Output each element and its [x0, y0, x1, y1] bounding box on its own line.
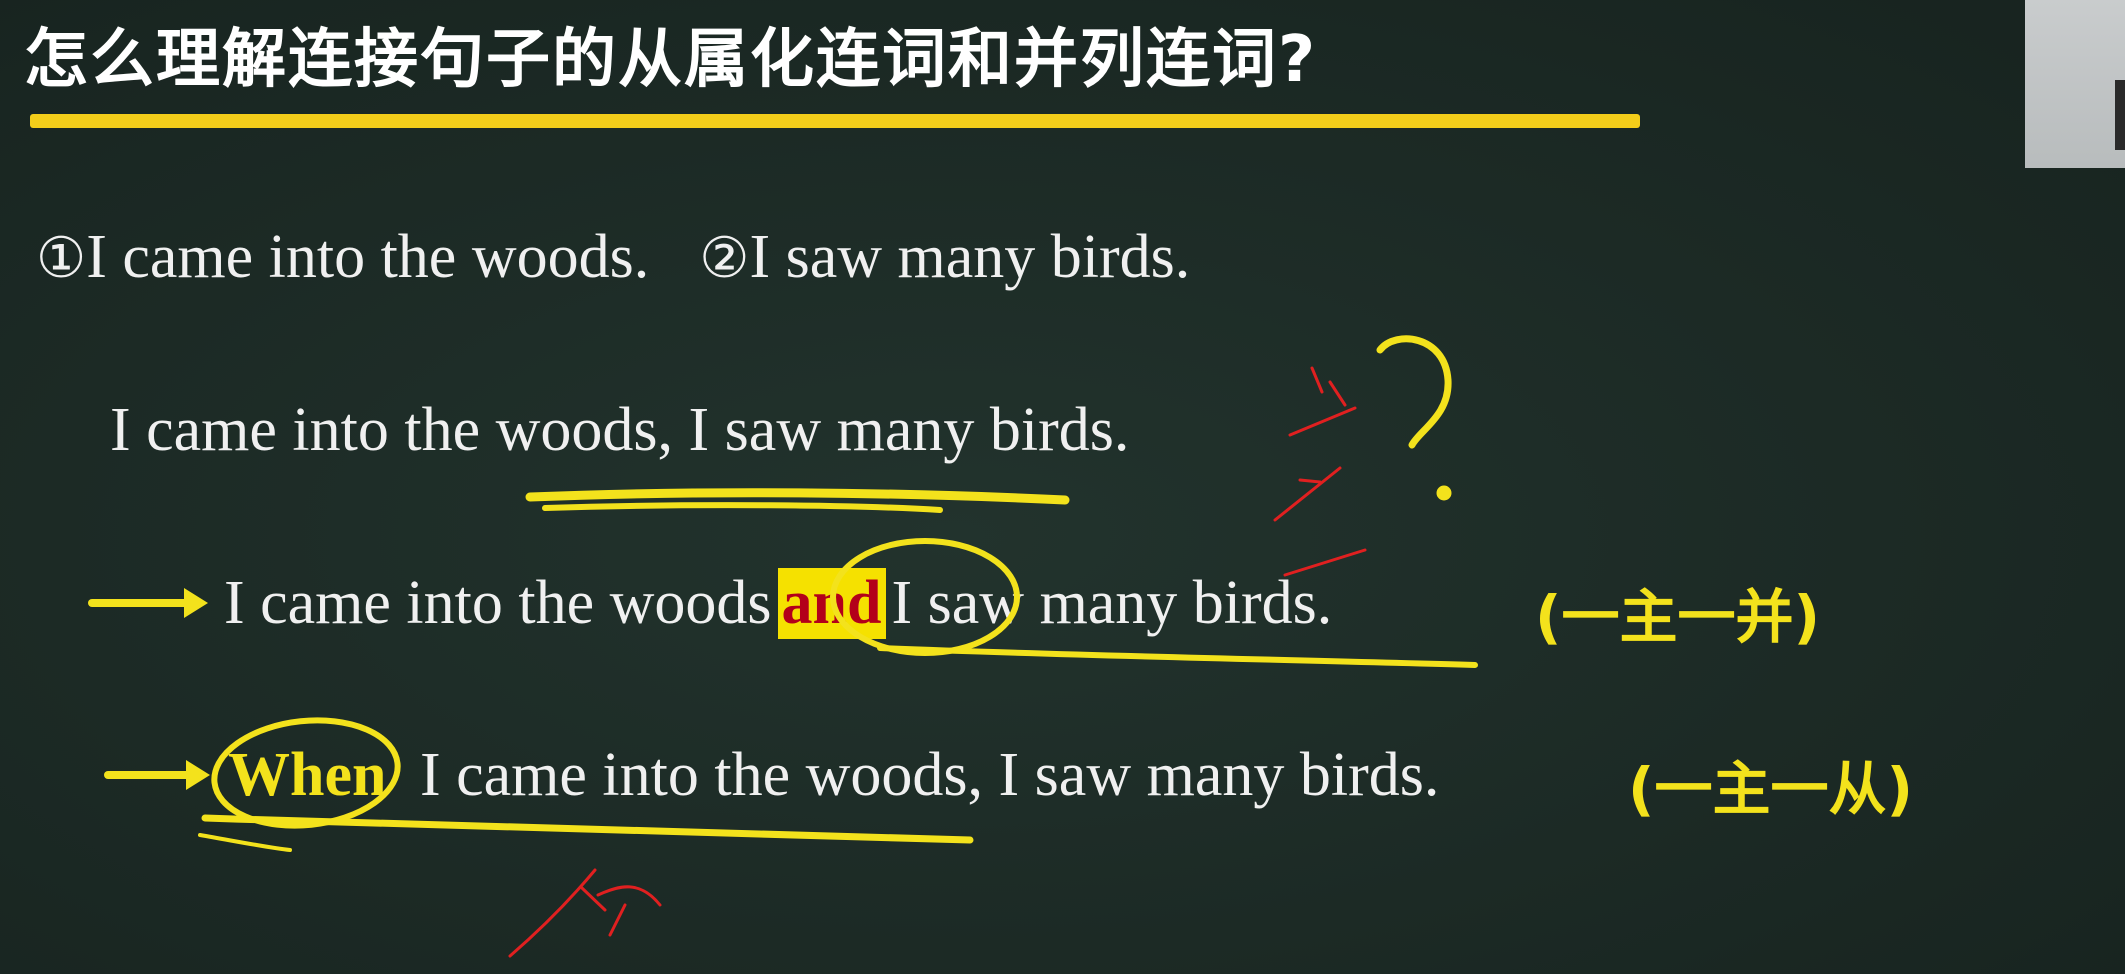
question-mark-icon — [1376, 335, 1452, 501]
red-ink-marks — [508, 366, 1367, 958]
and-circle-mark — [830, 538, 1020, 656]
annotation-ink-layer — [88, 335, 1478, 958]
arrow-two-icon — [104, 760, 210, 790]
when-circle-mark — [211, 717, 401, 829]
yellow-underline-marks — [198, 488, 1478, 852]
arrow-one-icon — [88, 588, 208, 618]
